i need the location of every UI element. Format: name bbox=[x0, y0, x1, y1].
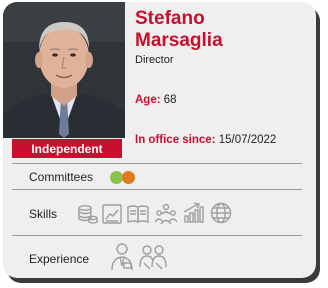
last-name: Marsaglia bbox=[135, 30, 223, 51]
committee-dot[interactable] bbox=[122, 171, 135, 184]
profile-card: Independent Stefano Marsaglia Director A… bbox=[3, 2, 316, 278]
professional-person-icon[interactable] bbox=[109, 242, 135, 277]
people-group-icon[interactable] bbox=[154, 202, 178, 231]
office-since-field: In office since: 15/07/2022 bbox=[135, 134, 276, 146]
director-name: Stefano Marsaglia bbox=[135, 8, 305, 52]
skills-label: Skills bbox=[29, 207, 58, 221]
team-icon[interactable] bbox=[138, 243, 168, 276]
age-value: 68 bbox=[163, 94, 177, 106]
age-label: Age: bbox=[135, 94, 161, 106]
globe-icon[interactable] bbox=[209, 201, 233, 230]
role-title: Director bbox=[135, 54, 174, 66]
divider bbox=[12, 235, 302, 236]
experience-label: Experience bbox=[29, 252, 90, 266]
independent-badge: Independent bbox=[12, 139, 122, 158]
divider bbox=[12, 163, 302, 164]
growth-chart-icon[interactable] bbox=[182, 201, 206, 230]
office-since-label: In office since: bbox=[135, 134, 216, 146]
portrait-photo bbox=[3, 2, 125, 138]
committees-label: Committees bbox=[29, 170, 94, 184]
age-field: Age: 68 bbox=[135, 94, 177, 106]
office-since-value: 15/07/2022 bbox=[218, 134, 277, 146]
chart-icon[interactable] bbox=[101, 203, 123, 230]
finance-coins-icon[interactable] bbox=[76, 203, 98, 230]
book-icon[interactable] bbox=[126, 203, 150, 230]
divider bbox=[12, 189, 302, 190]
first-name: Stefano bbox=[135, 8, 205, 29]
